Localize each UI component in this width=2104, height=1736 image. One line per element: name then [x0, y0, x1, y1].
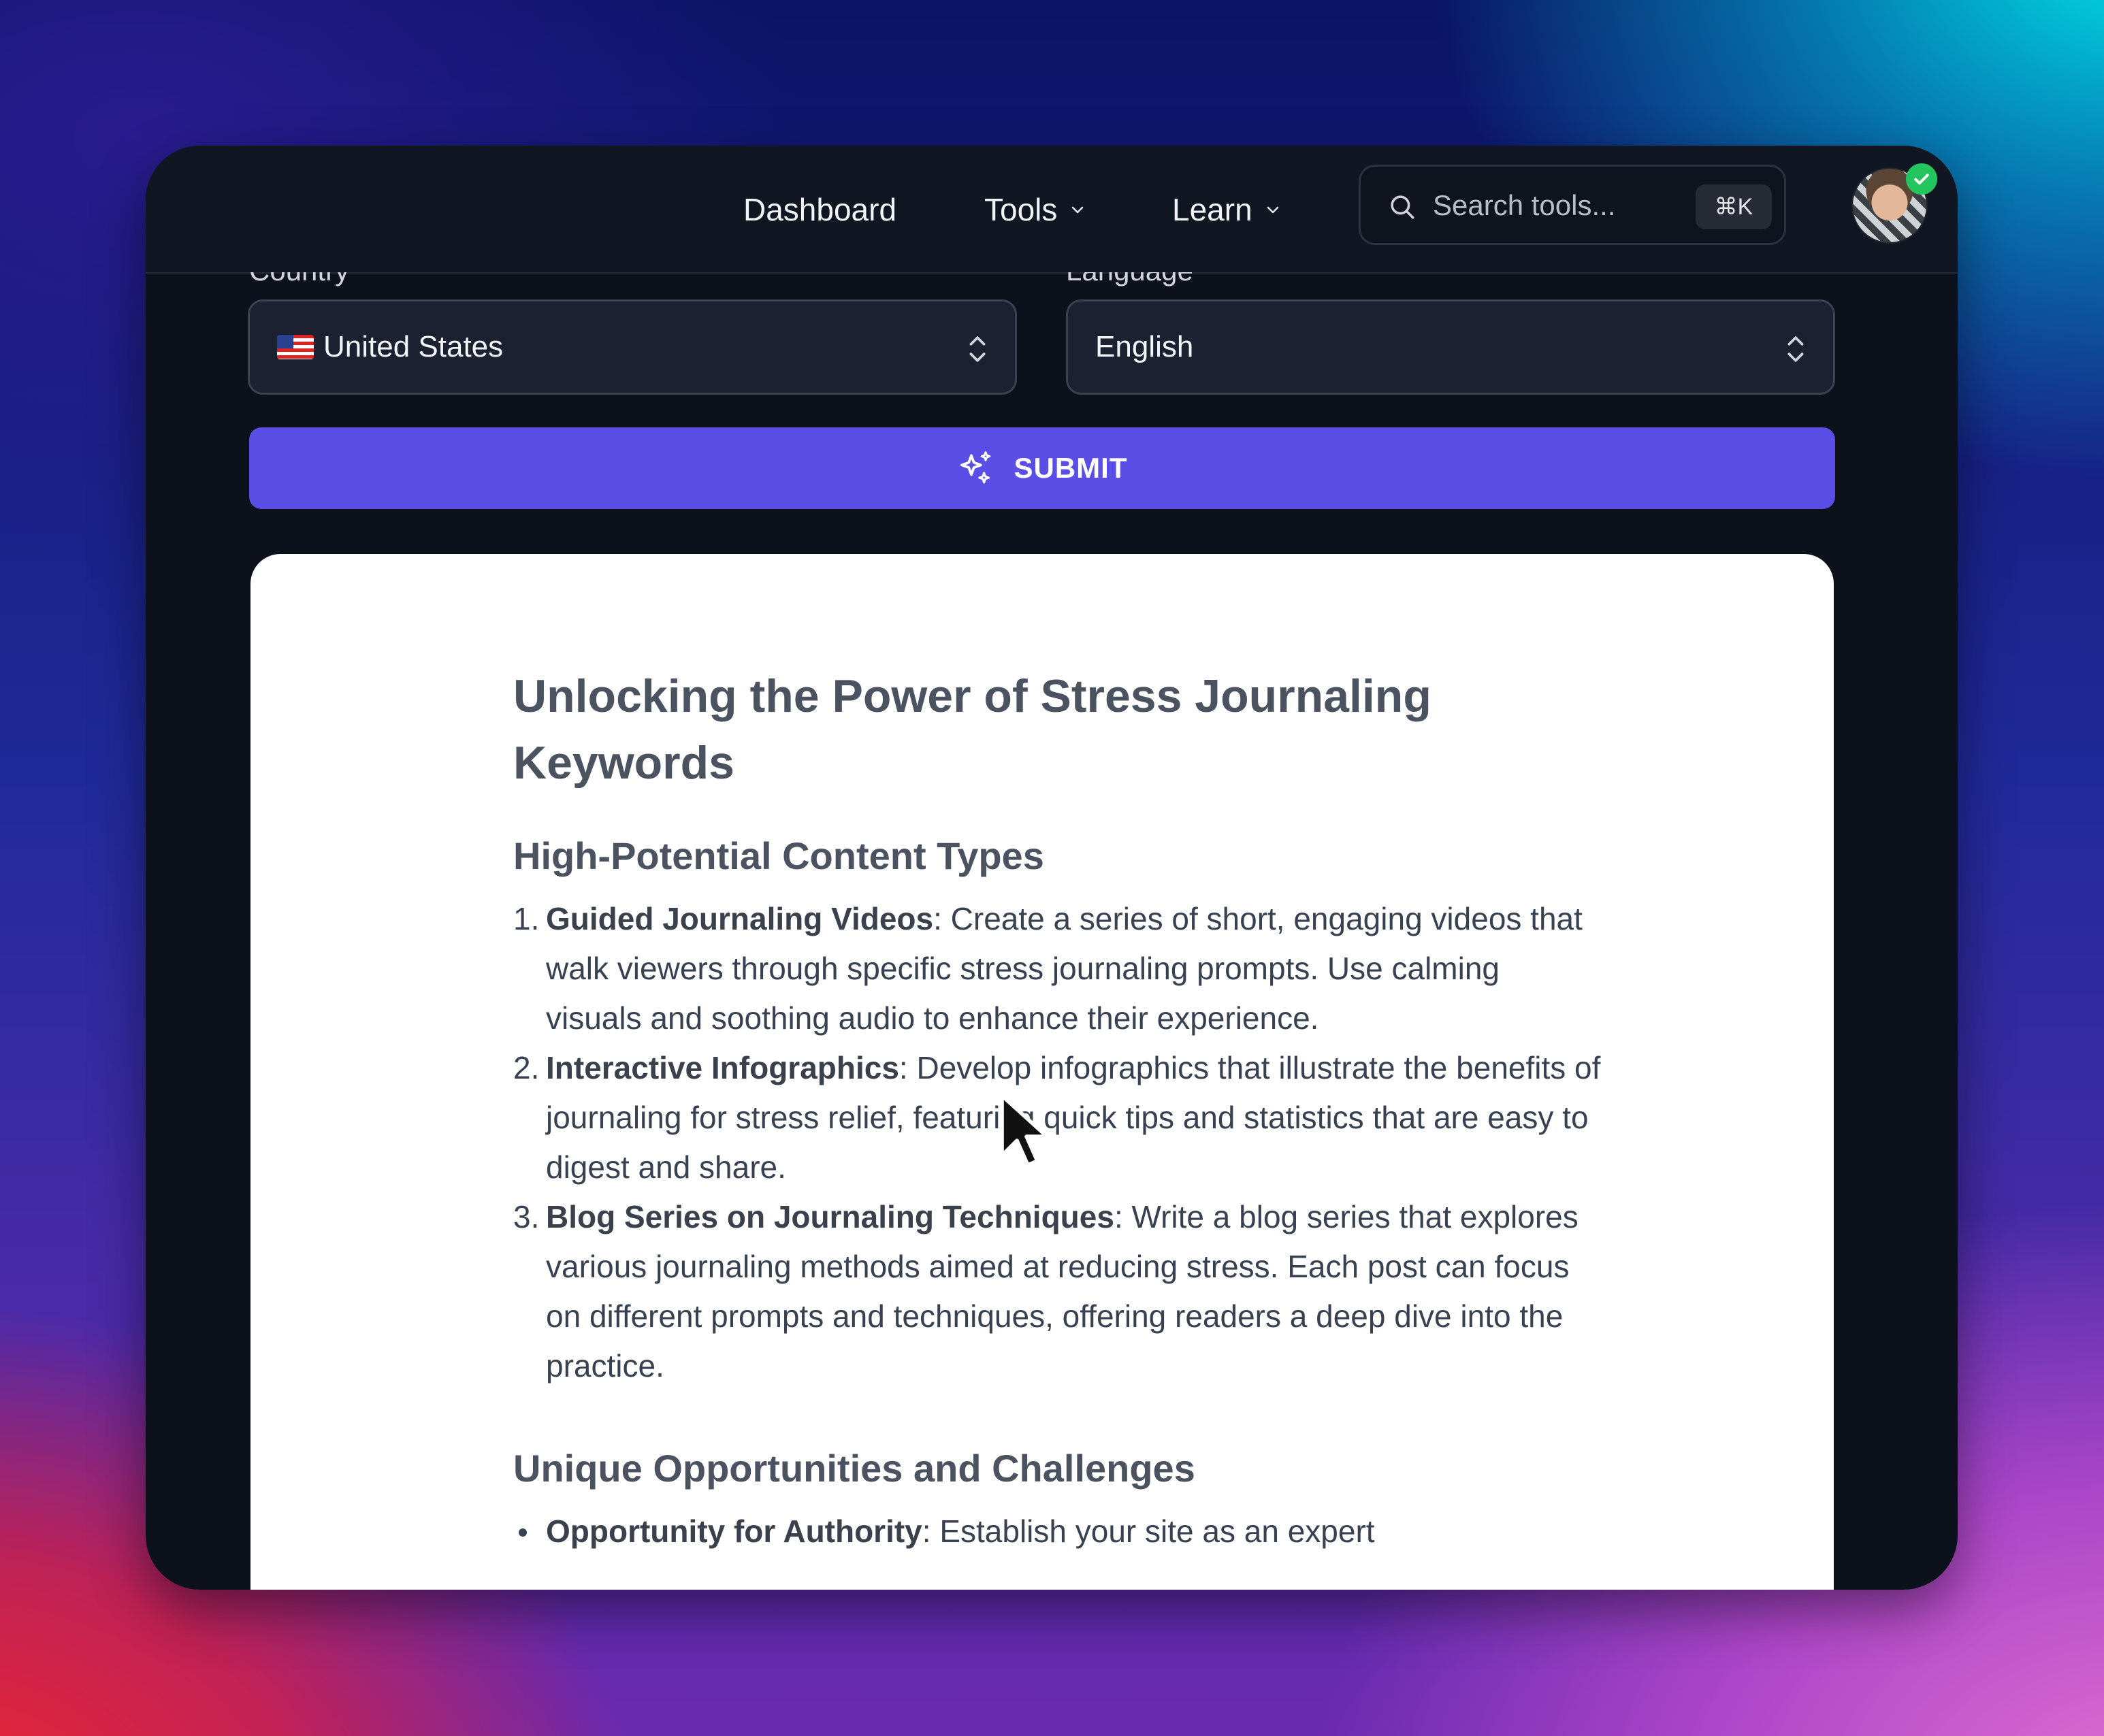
section-heading-content-types: High-Potential Content Types — [513, 834, 1044, 877]
chevron-down-icon — [1267, 206, 1278, 214]
article: Unlocking the Power of Stress Journaling… — [513, 663, 1602, 1549]
list-item: Opportunity for Authority: Establish you… — [513, 1507, 1602, 1556]
top-navigation-bar: Dashboard Tools Learn ⌘K — [146, 146, 1958, 274]
search-icon — [1391, 195, 1414, 219]
list-item: 2. Interactive Infographics: Develop info… — [513, 1043, 1602, 1192]
nav-dashboard[interactable]: Dashboard — [743, 184, 896, 235]
country-label: Country — [249, 272, 349, 287]
country-select[interactable]: United States — [248, 299, 1017, 395]
shortcut-badge: ⌘K — [1696, 184, 1772, 229]
language-label-wrap: Language — [1066, 272, 1338, 291]
search-input[interactable] — [1431, 180, 1679, 231]
language-label: Language — [1066, 272, 1193, 287]
app-window: Dashboard Tools Learn ⌘K Country — [146, 146, 1958, 1590]
list-item-text: : Establish your site as an expert — [922, 1513, 1375, 1549]
list-item: 1. Guided Journaling Videos: Create a ser… — [513, 894, 1602, 1043]
results-panel: Unlocking the Power of Stress Journaling… — [250, 554, 1834, 1590]
list-item: 3. Blog Series on Journaling Techniques: … — [513, 1192, 1602, 1391]
nav-dashboard-label: Dashboard — [743, 192, 897, 227]
nav-learn[interactable]: Learn — [1172, 184, 1281, 235]
content-types-list: 1. Guided Journaling Videos: Create a ser… — [513, 894, 1602, 1391]
list-item-title: Interactive Infographics — [546, 1050, 899, 1085]
list-item-title: Blog Series on Journaling Techniques — [546, 1199, 1114, 1234]
search-box[interactable]: ⌘K — [1359, 165, 1786, 245]
nav-tools-label: Tools — [984, 192, 1058, 227]
chevron-down-icon — [1072, 206, 1084, 214]
bullet-dot — [519, 1528, 527, 1537]
chevron-up-down-icon — [1787, 336, 1804, 362]
submit-label: SUBMIT — [1014, 452, 1128, 484]
article-title: Unlocking the Power of Stress Journaling… — [513, 670, 1431, 789]
country-label-wrap: Country — [249, 272, 521, 291]
list-item-title: Opportunity for Authority — [546, 1513, 922, 1549]
list-item-title: Guided Journaling Videos — [546, 901, 934, 936]
country-value-wrap: United States — [277, 330, 503, 364]
nav-tools[interactable]: Tools — [984, 184, 1086, 235]
section-heading-opportunities: Unique Opportunities and Challenges — [513, 1447, 1195, 1490]
nav-learn-label: Learn — [1172, 192, 1252, 227]
verified-check-icon — [1906, 163, 1937, 195]
sparkles-icon — [960, 451, 990, 484]
language-select[interactable]: English — [1066, 299, 1835, 395]
list-number: 2. — [513, 1050, 540, 1085]
user-avatar[interactable] — [1851, 163, 1937, 244]
chevron-up-down-icon — [969, 336, 986, 362]
country-value: United States — [323, 330, 504, 363]
us-flag-icon — [277, 335, 314, 359]
language-value: English — [1095, 330, 1194, 363]
list-number: 1. — [513, 901, 540, 936]
submit-button[interactable]: SUBMIT — [249, 427, 1835, 509]
list-number: 3. — [513, 1199, 540, 1234]
opportunities-list: Opportunity for Authority: Establish you… — [513, 1507, 1602, 1556]
